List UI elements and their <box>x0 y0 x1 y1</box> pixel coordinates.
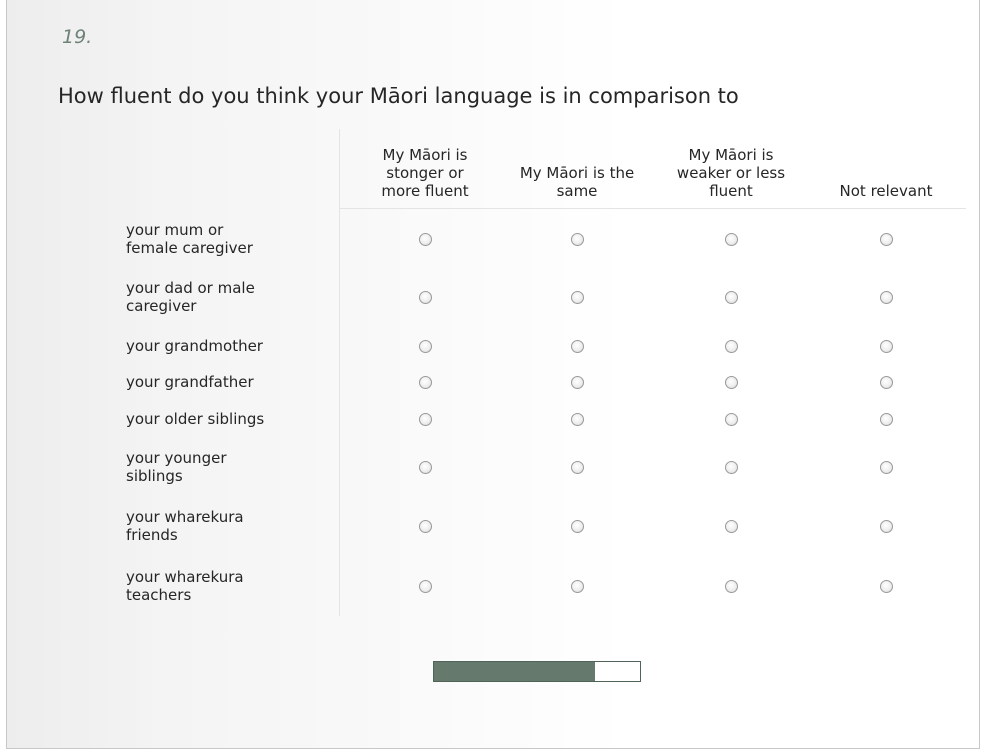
row-label-line: friends <box>126 526 178 544</box>
column-header-2: My Māori is the same <box>502 164 652 200</box>
radio-row5-col1[interactable] <box>418 412 432 426</box>
radio-row7-col2[interactable] <box>570 519 584 533</box>
row-label-line: your grandmother <box>126 337 263 355</box>
question-number: 19. <box>62 26 93 48</box>
row-label-6: your younger siblings <box>126 449 316 485</box>
radio-row4-col1[interactable] <box>418 375 432 389</box>
radio-row2-col3[interactable] <box>724 290 738 304</box>
row-label-line: female caregiver <box>126 239 253 257</box>
row-label-4: your grandfather <box>126 373 316 391</box>
radio-row8-col2[interactable] <box>570 579 584 593</box>
radio-row3-col3[interactable] <box>724 339 738 353</box>
column-header-line: same <box>556 182 598 200</box>
radio-row7-col1[interactable] <box>418 519 432 533</box>
row-label-line: siblings <box>126 467 183 485</box>
radio-row1-col2[interactable] <box>570 232 584 246</box>
column-header-line: weaker or less <box>676 164 786 182</box>
row-label-5: your older siblings <box>126 410 316 428</box>
radio-row7-col4[interactable] <box>879 519 893 533</box>
radio-row8-col4[interactable] <box>879 579 893 593</box>
radio-row3-col4[interactable] <box>879 339 893 353</box>
column-header-line: more fluent <box>381 182 469 200</box>
progress-bar <box>433 661 641 682</box>
column-header-line: My Māori is <box>382 146 468 164</box>
radio-row3-col2[interactable] <box>570 339 584 353</box>
radio-row4-col4[interactable] <box>879 375 893 389</box>
column-header-1: My Māori is stonger or more fluent <box>350 146 500 200</box>
row-label-line: teachers <box>126 586 192 604</box>
column-header-line: fluent <box>709 182 753 200</box>
column-header-line: My Māori is <box>688 146 774 164</box>
row-label-2: your dad or male caregiver <box>126 279 316 315</box>
column-header-line: My Māori is the <box>519 164 635 182</box>
row-label-line: your older siblings <box>126 410 265 428</box>
radio-row1-col4[interactable] <box>879 232 893 246</box>
row-label-1: your mum or female caregiver <box>126 221 316 257</box>
row-label-line: your wharekura <box>126 508 244 526</box>
grid-vertical-divider <box>339 129 340 616</box>
column-header-3: My Māori is weaker or less fluent <box>656 146 806 200</box>
grid-header-divider <box>339 208 966 209</box>
radio-row2-col4[interactable] <box>879 290 893 304</box>
radio-row5-col2[interactable] <box>570 412 584 426</box>
row-label-line: caregiver <box>126 297 197 315</box>
progress-bar-fill <box>434 662 595 681</box>
row-label-line: your mum or <box>126 221 224 239</box>
radio-row6-col2[interactable] <box>570 460 584 474</box>
row-label-7: your wharekura friends <box>126 508 316 544</box>
radio-row6-col4[interactable] <box>879 460 893 474</box>
radio-row7-col3[interactable] <box>724 519 738 533</box>
radio-row8-col1[interactable] <box>418 579 432 593</box>
question-text: How fluent do you think your Māori langu… <box>58 84 739 108</box>
radio-row4-col3[interactable] <box>724 375 738 389</box>
row-label-8: your wharekura teachers <box>126 568 316 604</box>
radio-row8-col3[interactable] <box>724 579 738 593</box>
radio-row2-col1[interactable] <box>418 290 432 304</box>
radio-row5-col3[interactable] <box>724 412 738 426</box>
row-label-line: your wharekura <box>126 568 244 586</box>
radio-row1-col1[interactable] <box>418 232 432 246</box>
radio-row3-col1[interactable] <box>418 339 432 353</box>
column-header-line: Not relevant <box>839 182 933 200</box>
radio-row1-col3[interactable] <box>724 232 738 246</box>
row-label-3: your grandmother <box>126 337 316 355</box>
column-header-4: Not relevant <box>811 182 961 200</box>
column-header-line: stonger or <box>386 164 464 182</box>
row-label-line: your dad or male <box>126 279 255 297</box>
row-label-line: your grandfather <box>126 373 254 391</box>
radio-row6-col3[interactable] <box>724 460 738 474</box>
radio-row5-col4[interactable] <box>879 412 893 426</box>
radio-row2-col2[interactable] <box>570 290 584 304</box>
radio-row4-col2[interactable] <box>570 375 584 389</box>
radio-row6-col1[interactable] <box>418 460 432 474</box>
row-label-line: your younger <box>126 449 227 467</box>
